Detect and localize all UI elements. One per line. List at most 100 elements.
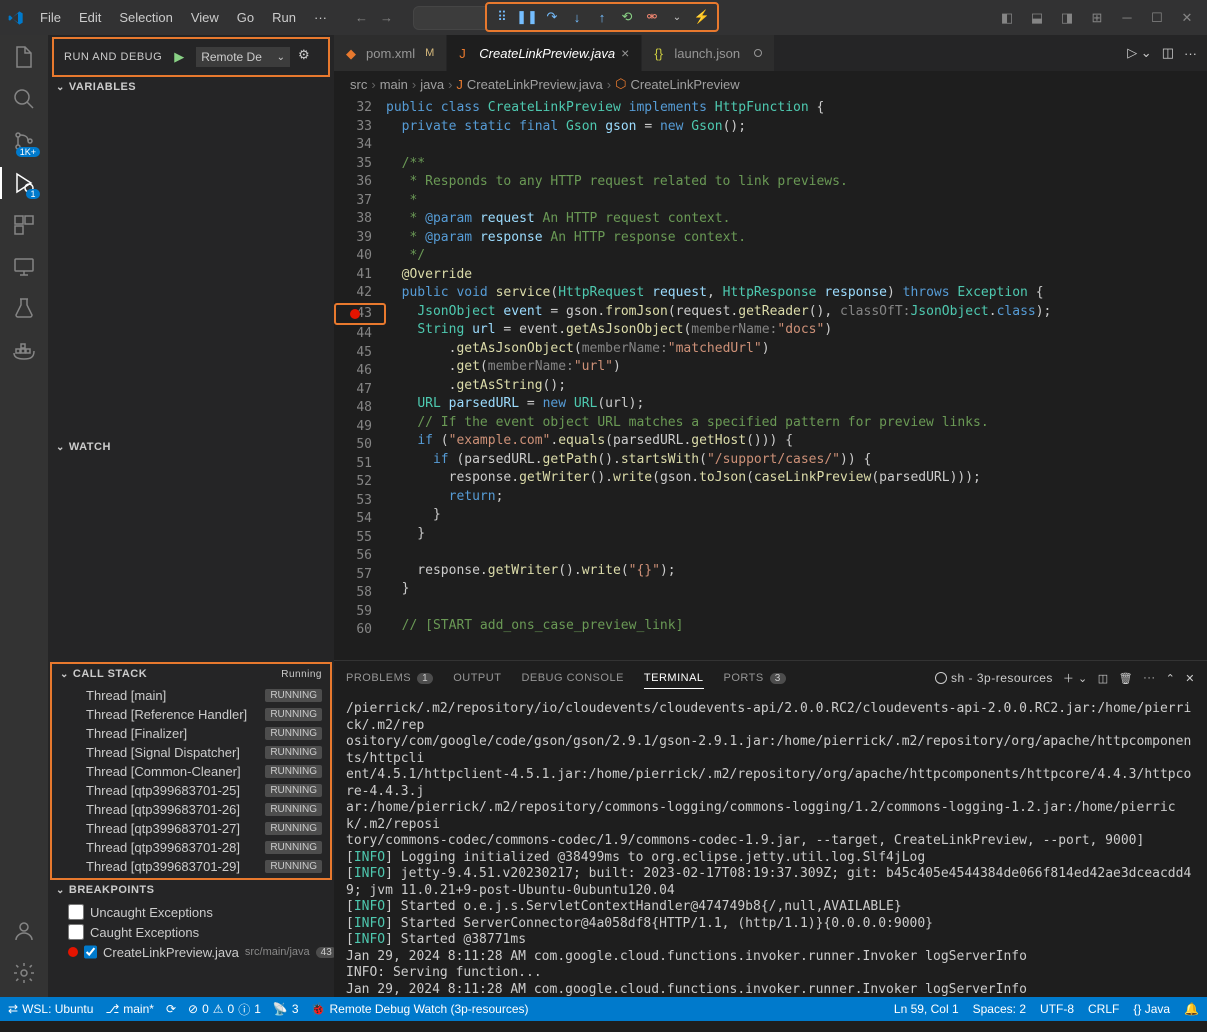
start-debug-icon[interactable]: ▶ [170, 48, 188, 66]
breadcrumb[interactable]: src› main› java› JCreateLinkPreview.java… [334, 71, 1207, 97]
thread-row[interactable]: Thread [qtp399683701-26]RUNNING [52, 800, 330, 819]
variables-header[interactable]: ⌄VARIABLES [48, 77, 334, 97]
breakpoint-checkbox[interactable] [84, 944, 97, 960]
breakpoint-checkbox[interactable] [68, 924, 84, 940]
sb-ports[interactable]: 📡 3 [273, 1002, 299, 1016]
run-debug-icon[interactable]: 1 [10, 169, 38, 197]
chevron-down-icon[interactable]: ⌄ [666, 6, 688, 28]
menu-more[interactable]: ··· [306, 6, 335, 29]
docker-icon[interactable] [10, 337, 38, 365]
tab-pom[interactable]: ◆pom.xmlM [334, 35, 447, 71]
terminal-select[interactable]: sh - 3p-resources [935, 671, 1053, 685]
close-panel-icon[interactable]: ✕ [1185, 672, 1195, 685]
hot-reload-icon[interactable]: ⚡ [691, 6, 713, 28]
sb-language[interactable]: {} Java [1133, 1002, 1170, 1016]
breakpoints-header[interactable]: ⌄BREAKPOINTS [48, 880, 334, 900]
close-tab-icon[interactable]: × [621, 45, 629, 61]
step-out-icon[interactable]: ↑ [591, 6, 613, 28]
extensions-icon[interactable] [10, 211, 38, 239]
maximize-panel-icon[interactable]: ⌃ [1166, 672, 1176, 685]
sb-spaces[interactable]: Spaces: 2 [973, 1002, 1026, 1016]
nav-back-icon[interactable]: ← [355, 10, 368, 25]
kill-terminal-icon[interactable]: 🗑 [1119, 672, 1133, 685]
watch-header[interactable]: ⌄WATCH [48, 437, 334, 457]
close-icon[interactable]: ✕ [1175, 6, 1199, 30]
menu-go[interactable]: Go [229, 6, 262, 29]
sb-eol[interactable]: CRLF [1088, 1002, 1119, 1016]
layout-bottom-icon[interactable]: ⬓ [1025, 6, 1049, 30]
terminal-content[interactable]: /pierrick/.m2/repository/io/cloudevents/… [334, 695, 1207, 997]
editor[interactable]: 3233343536373839404142434445464748495051… [334, 97, 1207, 660]
run-file-icon[interactable]: ▷ ⌄ [1127, 45, 1152, 61]
split-terminal-icon[interactable]: ◫ [1098, 672, 1109, 685]
debug-settings-icon[interactable]: ⚙ [298, 47, 318, 67]
minimize-icon[interactable]: ─ [1115, 6, 1139, 30]
nav-forward-icon[interactable]: → [380, 10, 393, 25]
split-editor-icon[interactable]: ◫ [1162, 45, 1174, 61]
testing-icon[interactable] [10, 295, 38, 323]
thread-row[interactable]: Thread [Signal Dispatcher]RUNNING [52, 743, 330, 762]
settings-gear-icon[interactable] [10, 959, 38, 987]
thread-row[interactable]: Thread [Finalizer]RUNNING [52, 724, 330, 743]
layout-right-icon[interactable]: ◨ [1055, 6, 1079, 30]
thread-row[interactable]: Thread [qtp399683701-27]RUNNING [52, 819, 330, 838]
layout-left-icon[interactable]: ◧ [995, 6, 1019, 30]
activity-bar: 1K+ 1 [0, 35, 48, 997]
ptab-debug-console[interactable]: DEBUG CONSOLE [521, 668, 623, 688]
breakpoint-checkbox[interactable] [68, 904, 84, 920]
dirty-icon [754, 49, 762, 57]
thread-row[interactable]: Thread [Reference Handler]RUNNING [52, 705, 330, 724]
sb-remote[interactable]: ⇄ WSL: Ubuntu [8, 1002, 93, 1016]
breakpoint-row[interactable]: Caught Exceptions [48, 922, 334, 942]
pause-icon[interactable]: ❚❚ [516, 6, 538, 28]
command-center[interactable] [413, 6, 493, 30]
sb-debug[interactable]: 🐞 Remote Debug Watch (3p-resources) [311, 1002, 529, 1016]
thread-row[interactable]: Thread [qtp399683701-28]RUNNING [52, 838, 330, 857]
drag-handle-icon[interactable]: ⠿ [491, 6, 513, 28]
menu-run[interactable]: Run [264, 6, 304, 29]
thread-row[interactable]: Thread [Common-Cleaner]RUNNING [52, 762, 330, 781]
debug-config-select[interactable]: Remote De⌄ [196, 47, 290, 67]
ptab-output[interactable]: OUTPUT [453, 668, 501, 688]
debug-badge: 1 [26, 189, 40, 199]
menu-edit[interactable]: Edit [71, 6, 109, 29]
disconnect-icon[interactable]: ⚮ [641, 6, 663, 28]
restart-icon[interactable]: ⟲ [616, 6, 638, 28]
sb-branch[interactable]: ⎇ main* [105, 1002, 154, 1016]
nav-arrows: ← → [355, 10, 393, 25]
menu-file[interactable]: File [32, 6, 69, 29]
code-content[interactable]: public class CreateLinkPreview implement… [386, 97, 1107, 660]
tab-launch[interactable]: {}launch.json [642, 35, 775, 71]
sb-encoding[interactable]: UTF-8 [1040, 1002, 1074, 1016]
minimap[interactable] [1107, 97, 1207, 660]
breakpoint-row[interactable]: Uncaught Exceptions [48, 902, 334, 922]
accounts-icon[interactable] [10, 917, 38, 945]
explorer-icon[interactable] [10, 43, 38, 71]
source-control-icon[interactable]: 1K+ [10, 127, 38, 155]
tab-createlinkpreview[interactable]: JCreateLinkPreview.java× [447, 35, 642, 71]
customize-layout-icon[interactable]: ⊞ [1085, 6, 1109, 30]
breakpoint-row[interactable]: CreateLinkPreview.javasrc/main/java43 [48, 942, 334, 962]
maximize-icon[interactable]: ☐ [1145, 6, 1169, 30]
search-icon[interactable] [10, 85, 38, 113]
more-terminal-icon[interactable]: ··· [1143, 672, 1156, 684]
new-terminal-icon[interactable]: ＋ ⌄ [1063, 670, 1088, 686]
step-over-icon[interactable]: ↷ [541, 6, 563, 28]
callstack-header[interactable]: ⌄CALL STACKRunning [52, 664, 330, 684]
sb-notifications-icon[interactable]: 🔔 [1184, 1002, 1199, 1016]
step-into-icon[interactable]: ↓ [566, 6, 588, 28]
ptab-ports[interactable]: PORTS3 [724, 668, 786, 688]
line-gutter[interactable]: 3233343536373839404142434445464748495051… [334, 97, 386, 660]
sb-sync[interactable]: ⟳ [166, 1002, 176, 1016]
remote-explorer-icon[interactable] [10, 253, 38, 281]
thread-row[interactable]: Thread [qtp399683701-29]RUNNING [52, 857, 330, 876]
thread-row[interactable]: Thread [qtp399683701-25]RUNNING [52, 781, 330, 800]
more-actions-icon[interactable]: ··· [1184, 46, 1197, 61]
ptab-problems[interactable]: PROBLEMS1 [346, 668, 433, 688]
ptab-terminal[interactable]: TERMINAL [644, 668, 704, 689]
thread-row[interactable]: Thread [main]RUNNING [52, 686, 330, 705]
sb-errors[interactable]: ⊘ 0 ⚠ 0 ⓘ 1 [188, 1001, 261, 1018]
sb-cursor[interactable]: Ln 59, Col 1 [894, 1002, 959, 1016]
menu-selection[interactable]: Selection [111, 6, 180, 29]
menu-view[interactable]: View [183, 6, 227, 29]
